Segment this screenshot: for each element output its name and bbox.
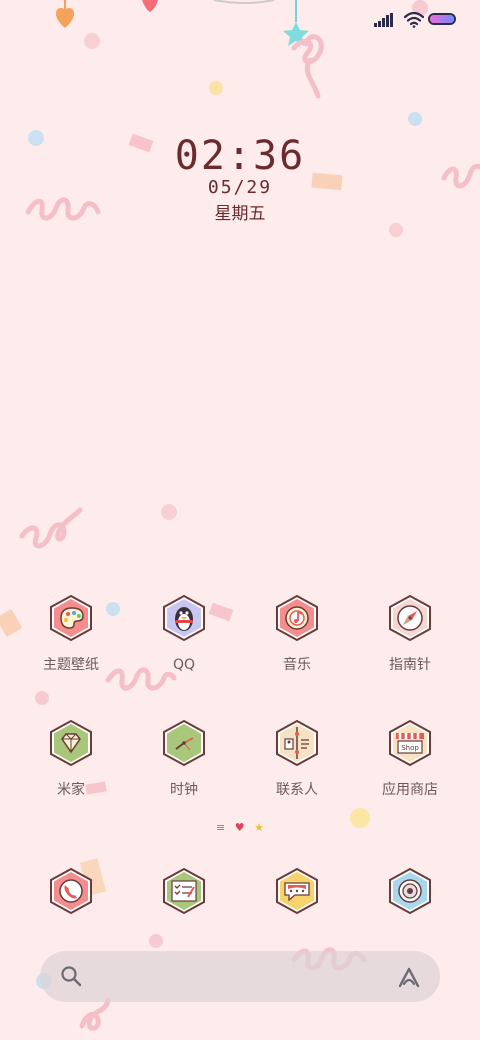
search-icon[interactable] (60, 965, 82, 987)
contacts-icon (276, 719, 318, 767)
notes-checklist-icon (163, 867, 205, 915)
penguin-icon (163, 594, 205, 642)
assistant-a-icon[interactable] (396, 964, 422, 990)
search-bar[interactable] (40, 951, 440, 1002)
app-label: 联系人 (276, 782, 318, 798)
message-bubble-icon (276, 867, 318, 915)
status-bar (0, 0, 480, 40)
clock-date: 05/29 (207, 177, 273, 198)
app-contacts[interactable]: 联系人 (249, 719, 345, 799)
star-icon: ★ (254, 821, 264, 834)
app-app-store[interactable]: Shop 应用商店 (362, 719, 458, 799)
clock-icon (163, 719, 205, 767)
diamond-icon (50, 719, 92, 767)
clock-weekday: 星期五 (214, 204, 266, 224)
shop-icon: Shop (389, 719, 431, 767)
app-label: 音乐 (283, 657, 311, 673)
svg-text:Shop: Shop (401, 744, 419, 752)
phone-icon (50, 867, 92, 915)
dock-camera[interactable] (362, 867, 458, 919)
palette-icon (50, 594, 92, 642)
dock-messages[interactable] (249, 867, 345, 919)
page-indicator[interactable]: ≡ ♥ ★ (0, 821, 480, 834)
app-label: 时钟 (170, 782, 198, 798)
app-theme-wallpaper[interactable]: 主题壁纸 (23, 594, 119, 674)
compass-icon (389, 594, 431, 642)
app-clock[interactable]: 时钟 (136, 719, 232, 799)
app-label: 应用商店 (382, 782, 438, 798)
dock-phone[interactable] (23, 867, 119, 919)
signal-bars-icon (374, 13, 393, 27)
app-label: 指南针 (389, 657, 431, 673)
app-qq[interactable]: QQ (136, 594, 232, 674)
app-label: 米家 (57, 782, 85, 798)
clock-widget[interactable]: 02:36 05/29 星期五 (0, 132, 480, 226)
menu-glyph: ≡ (216, 821, 226, 834)
camera-icon (389, 867, 431, 915)
heart-icon: ♥ (234, 821, 245, 834)
clock-time: 02:36 (174, 133, 306, 179)
app-compass[interactable]: 指南针 (362, 594, 458, 674)
app-label: 主题壁纸 (43, 657, 99, 673)
music-note-icon (276, 594, 318, 642)
battery-icon (428, 13, 456, 25)
battery-level-fill (430, 15, 454, 23)
app-mijia[interactable]: 米家 (23, 719, 119, 799)
wifi-icon (404, 12, 424, 28)
app-label: QQ (172, 657, 196, 673)
dock-notes[interactable] (136, 867, 232, 919)
app-music[interactable]: 音乐 (249, 594, 345, 674)
